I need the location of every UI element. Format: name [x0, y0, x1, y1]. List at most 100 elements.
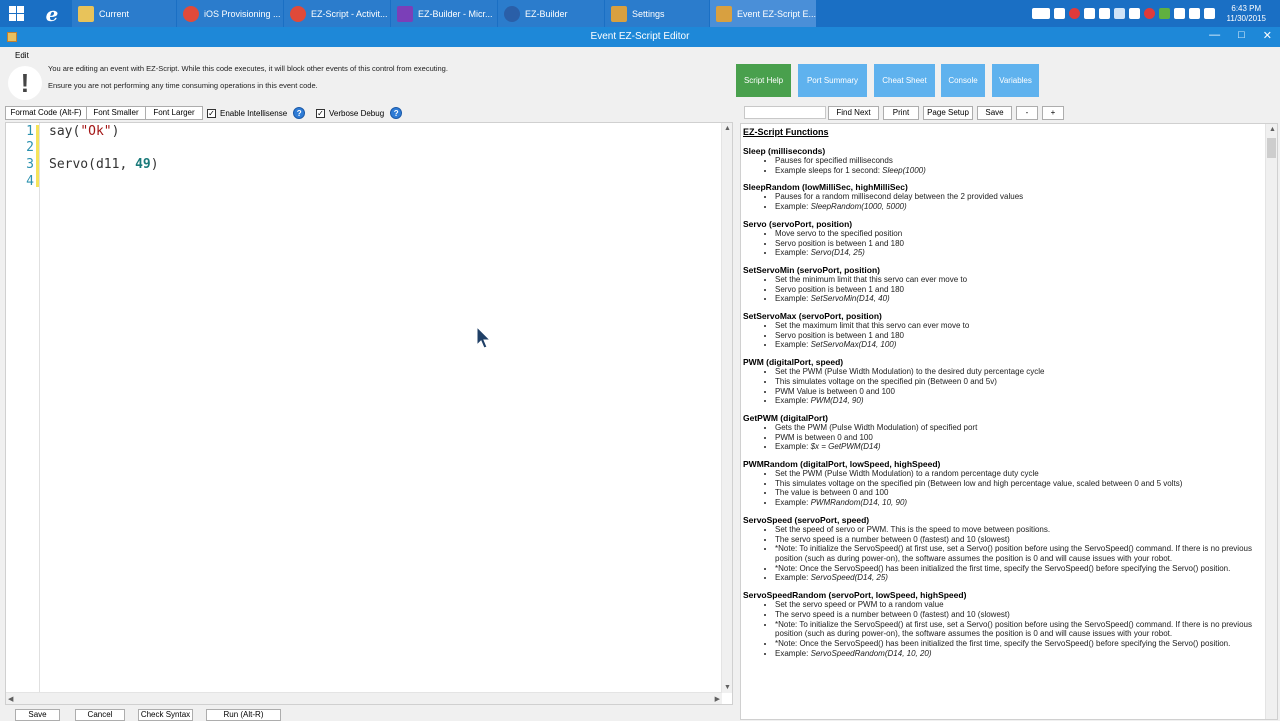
mouse-cursor-icon [476, 326, 492, 349]
doc-function-entry: SetServoMax (servoPort, position)Set the… [743, 311, 1265, 350]
doc-vertical-scrollbar[interactable]: ▲ [1265, 124, 1277, 719]
doc-function-signature: ServoSpeedRandom (servoPort, lowSpeed, h… [743, 590, 967, 601]
zoom-in-button[interactable]: + [1042, 106, 1064, 120]
close-icon[interactable]: ✕ [1263, 29, 1272, 42]
clock[interactable]: 6:43 PM 11/30/2015 [1227, 4, 1266, 24]
tab-cheat-sheet[interactable]: Cheat Sheet [874, 64, 935, 97]
volume-icon[interactable] [1188, 8, 1200, 19]
taskbar-item-ez-builder[interactable]: EZ-Builder [498, 0, 604, 27]
chrome-icon [183, 5, 199, 22]
line-number-gutter: 1 2 3 4 [6, 123, 40, 704]
tab-port-summary[interactable]: Port Summary [798, 64, 867, 97]
print-button[interactable]: Print [883, 106, 919, 120]
doc-detail-line: Set the PWM (Pulse Width Modulation) to … [775, 469, 1265, 479]
scroll-left-icon[interactable]: ◀ [8, 695, 13, 703]
font-larger-button[interactable]: Font Larger [145, 106, 203, 120]
zoom-out-button[interactable]: - [1016, 106, 1038, 120]
doc-detail-line: Pauses for specified milliseconds [775, 156, 1265, 166]
tab-script-help[interactable]: Script Help [736, 64, 791, 97]
tray-app-icon[interactable] [1158, 8, 1170, 19]
internet-explorer-icon[interactable]: e [32, 0, 72, 27]
taskbar-item-settings[interactable]: Settings [605, 0, 709, 27]
run-button[interactable]: Run (Alt-R) [206, 709, 281, 721]
font-smaller-button[interactable]: Font Smaller [86, 106, 146, 120]
tray-app-icon[interactable] [1143, 8, 1155, 19]
taskbar-item-ez-builder-visual-studio[interactable]: EZ-Builder - Micr... [391, 0, 497, 27]
script-help-panel[interactable]: EZ-Script Functions Sleep (milliseconds)… [740, 123, 1278, 720]
keyboard-icon[interactable] [1031, 8, 1050, 19]
line-number: 2 [26, 140, 34, 155]
line-number: 4 [26, 174, 34, 189]
tray-app-icon[interactable] [1128, 8, 1140, 19]
tray-app-icon[interactable] [1098, 8, 1110, 19]
tray-app-icon[interactable] [1053, 8, 1065, 19]
taskbar-item-ios-provisioning[interactable]: iOS Provisioning ... [177, 0, 283, 27]
doc-detail-line: This simulates voltage on the specified … [775, 377, 1265, 387]
chrome-icon [290, 5, 306, 22]
doc-function-details: Pauses for specified millisecondsExample… [743, 156, 1265, 175]
exclamation-icon: ! [8, 66, 42, 100]
tab-console[interactable]: Console [941, 64, 985, 97]
cancel-button[interactable]: Cancel [75, 709, 125, 721]
save-button[interactable]: Save [15, 709, 60, 721]
menu-edit[interactable]: Edit [15, 51, 29, 60]
doc-function-signature: ServoSpeed (servoPort, speed) [743, 514, 870, 525]
doc-detail-line: Servo position is between 1 and 180 [775, 331, 1265, 341]
doc-function-signature: Sleep (milliseconds) [743, 146, 826, 156]
scroll-down-icon[interactable]: ▼ [724, 684, 731, 691]
taskbar-item-current[interactable]: Current [72, 0, 176, 27]
doc-detail-line: Servo position is between 1 and 180 [775, 239, 1265, 249]
scroll-up-icon[interactable]: ▲ [724, 125, 731, 132]
editor-horizontal-scrollbar[interactable]: ◀ ▶ [6, 692, 722, 704]
doc-detail-line: Pauses for a random millisecond delay be… [775, 192, 1265, 202]
editor-vertical-scrollbar[interactable]: ▲ ▼ [721, 123, 732, 693]
doc-detail-line: Example: SetServoMax(D14, 100) [775, 340, 1265, 350]
system-tray: 6:43 PM 11/30/2015 [1031, 0, 1280, 27]
find-input[interactable] [744, 106, 826, 119]
start-button[interactable] [0, 0, 32, 27]
doc-function-signature: PWMRandom (digitalPort, lowSpeed, highSp… [743, 459, 941, 470]
checkbox-checked-icon[interactable]: ✓ [316, 108, 325, 118]
check-syntax-button[interactable]: Check Syntax [138, 709, 193, 721]
warning-text: Ensure you are not performing any time c… [48, 81, 318, 90]
tray-app-icon[interactable] [1083, 8, 1095, 19]
doc-detail-line: Servo position is between 1 and 180 [775, 285, 1265, 295]
doc-function-signature: PWM (digitalPort, speed) [743, 357, 844, 368]
taskbar: e Current iOS Provisioning ... EZ-Script… [0, 0, 1280, 27]
doc-function-details: Pauses for a random millisecond delay be… [743, 192, 1265, 211]
taskbar-item-event-ez-script-editor[interactable]: Event EZ-Script E... [710, 0, 816, 27]
scroll-up-icon[interactable]: ▲ [1269, 126, 1276, 133]
code-line[interactable]: say("Ok") [49, 124, 119, 139]
minimize-icon[interactable]: — [1209, 29, 1220, 42]
doc-detail-line: Move servo to the specified position [775, 229, 1265, 239]
tray-app-icon[interactable] [1068, 8, 1080, 19]
taskbar-item-ez-script-activity[interactable]: EZ-Script - Activit... [284, 0, 390, 27]
maximize-icon[interactable]: □ [1238, 29, 1245, 42]
visual-studio-icon [397, 5, 413, 22]
code-editor[interactable]: 1 2 3 4 say("Ok") Servo(d11, 49) ▲ ▼ ◀ ▶ [5, 122, 733, 705]
tab-variables[interactable]: Variables [992, 64, 1039, 97]
warning-text: You are editing an event with EZ-Script.… [48, 64, 448, 73]
doc-save-button[interactable]: Save [977, 106, 1012, 120]
doc-function-signature: SleepRandom (lowMilliSec, highMilliSec) [743, 182, 908, 193]
doc-detail-line: Example: PWMRandom(D14, 10, 90) [775, 498, 1265, 508]
format-code-button[interactable]: Format Code (Alt-F) [5, 106, 87, 120]
checkbox-checked-icon[interactable]: ✓ [207, 108, 216, 118]
enable-intellisense-checkbox[interactable]: ✓ Enable Intellisense ? [207, 107, 306, 119]
doc-detail-line: Example: $x = GetPWM(D14) [775, 442, 1265, 452]
scroll-right-icon[interactable]: ▶ [715, 695, 720, 703]
find-next-button[interactable]: Find Next [828, 106, 879, 120]
network-icon[interactable] [1173, 8, 1185, 19]
line-number: 1 [26, 124, 34, 139]
verbose-debug-checkbox[interactable]: ✓ Verbose Debug ? [316, 107, 403, 119]
help-icon[interactable]: ? [293, 107, 306, 119]
help-icon[interactable]: ? [390, 107, 403, 119]
page-setup-button[interactable]: Page Setup [923, 106, 973, 120]
window-title-bar[interactable]: Event EZ-Script Editor — □ ✕ [0, 27, 1280, 47]
doc-detail-line: Example: Servo(D14, 25) [775, 248, 1265, 258]
action-center-icon[interactable] [1203, 8, 1215, 19]
doc-detail-line: Example: ServoSpeedRandom(D14, 10, 20) [775, 649, 1265, 659]
bluetooth-icon[interactable] [1113, 8, 1125, 19]
scroll-thumb[interactable] [1267, 138, 1276, 158]
code-line[interactable]: Servo(d11, 49) [49, 157, 159, 172]
